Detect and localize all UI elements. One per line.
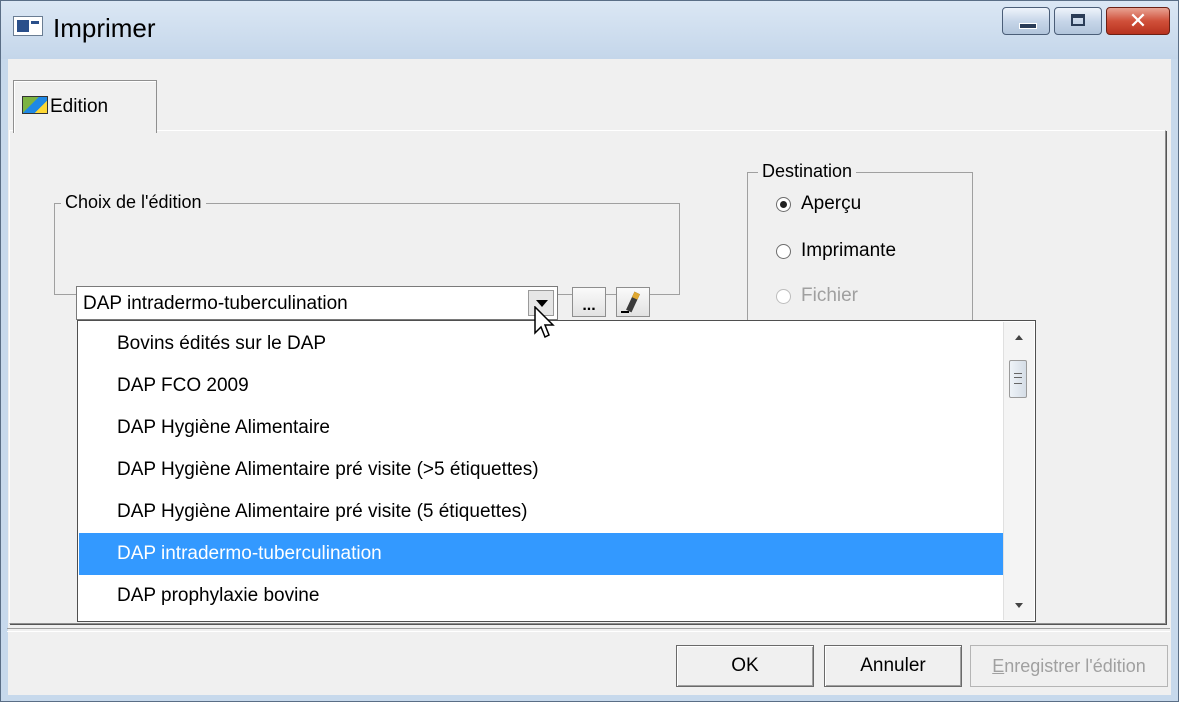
list-item[interactable]: DAP FCO 2009 (79, 365, 1003, 407)
close-icon: ✕ (1128, 9, 1148, 34)
pencil-baseline (621, 311, 629, 313)
radio-label: Imprimante (801, 240, 897, 261)
choix-groupbox: Choix de l'édition (54, 192, 680, 295)
scroll-down-icon[interactable] (1004, 590, 1034, 620)
combo-value: DAP intradermo-tuberculination (83, 293, 348, 314)
radio-checked-icon (776, 196, 791, 212)
edition-icon (22, 96, 48, 114)
tab-edition[interactable]: Edition (13, 80, 157, 133)
save-edition-button: Enregistrer l'édition (970, 645, 1168, 687)
radio-imprimante[interactable]: Imprimante (776, 240, 896, 262)
ellipsis-icon: ... (582, 297, 596, 314)
radio-label: Aperçu (801, 193, 862, 214)
caption-buttons: ✕ (1002, 7, 1170, 37)
save-label-rest: nregistrer l'édition (1004, 656, 1146, 676)
dropdown-scrollbar[interactable] (1003, 322, 1034, 620)
scroll-thumb[interactable] (1009, 360, 1027, 398)
app-icon (13, 16, 43, 36)
destination-legend: Destination (758, 161, 857, 182)
tab-label: Edition (50, 96, 109, 117)
list-item-selected[interactable]: DAP intradermo-tuberculination (79, 533, 1003, 575)
minimize-button[interactable] (1002, 7, 1050, 35)
footer-separator (7, 628, 1170, 632)
maximize-button[interactable] (1054, 7, 1102, 35)
edit-button[interactable] (616, 287, 650, 317)
list-item[interactable]: DAP Hygiène Alimentaire pré visite (5 ét… (79, 491, 1003, 533)
scroll-up-icon[interactable] (1004, 322, 1034, 352)
close-button[interactable]: ✕ (1106, 7, 1170, 35)
window-title: Imprimer (53, 13, 156, 43)
mouse-cursor-icon (534, 306, 555, 339)
maximize-icon (1071, 14, 1085, 26)
pencil-icon (626, 291, 640, 313)
ok-button[interactable]: OK (676, 645, 814, 687)
choix-legend: Choix de l'édition (61, 192, 206, 213)
radio-apercu[interactable]: Aperçu (776, 193, 861, 215)
list-item[interactable]: DAP Hygiène Alimentaire (79, 407, 1003, 449)
radio-label: Fichier (801, 285, 859, 306)
browse-button[interactable]: ... (572, 287, 606, 317)
save-label-mnemonic: E (992, 656, 1005, 676)
radio-fichier: Fichier (776, 285, 858, 307)
edition-dropdown-list[interactable]: Bovins édités sur le DAP DAP FCO 2009 DA… (77, 320, 1036, 622)
radio-unchecked-icon (776, 243, 791, 259)
cancel-button[interactable]: Annuler (824, 645, 962, 687)
title-bar[interactable]: Imprimer ✕ (1, 1, 1178, 59)
minimize-icon (1019, 23, 1037, 29)
edition-combobox[interactable]: DAP intradermo-tuberculination (76, 286, 558, 320)
radio-unchecked-icon (776, 288, 791, 304)
list-item[interactable]: DAP prophylaxie bovine (79, 575, 1003, 617)
list-item[interactable]: DAP Hygiène Alimentaire pré visite (>5 é… (79, 449, 1003, 491)
